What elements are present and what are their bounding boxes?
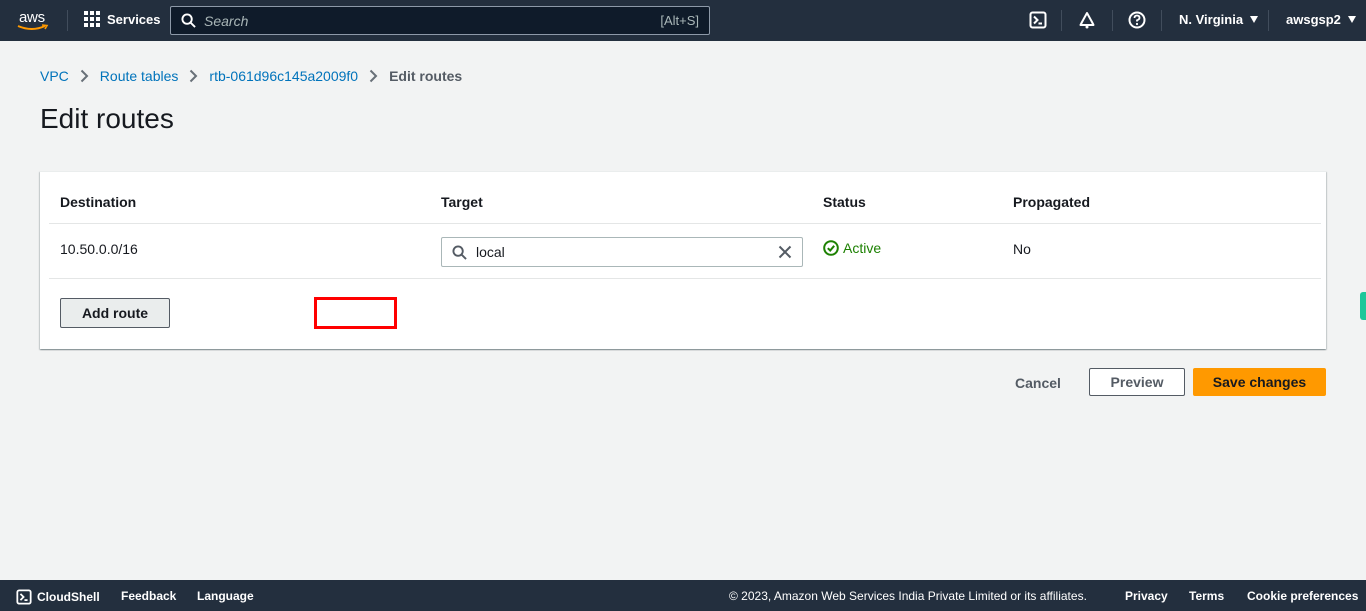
search-placeholder: Search: [204, 12, 249, 29]
breadcrumb-route-table-id[interactable]: rtb-061d96c145a2009f0: [209, 68, 358, 84]
services-label: Services: [107, 11, 161, 27]
nav-divider: [1268, 10, 1269, 31]
status-badge: Active: [823, 240, 881, 256]
footer-feedback-link[interactable]: Feedback: [121, 589, 176, 603]
notifications-bell-icon[interactable]: [1078, 11, 1096, 29]
target-input[interactable]: local: [441, 237, 803, 267]
preview-button[interactable]: Preview: [1089, 368, 1185, 396]
nav-divider: [1061, 10, 1062, 31]
cancel-button[interactable]: Cancel: [1000, 369, 1076, 396]
search-icon: [452, 244, 467, 260]
footer-privacy-link[interactable]: Privacy: [1125, 589, 1168, 603]
status-text: Active: [843, 240, 882, 256]
page-title: Edit routes: [40, 103, 174, 134]
column-header-destination: Destination: [60, 194, 137, 210]
search-shortcut: [Alt+S]: [660, 13, 699, 28]
smile-arrow-icon: [17, 24, 49, 30]
footer: CloudShell Feedback Language © 2023, Ama…: [0, 580, 1366, 611]
caret-down-icon: [1347, 16, 1356, 23]
chevron-right-icon: [369, 69, 378, 83]
chevron-right-icon: [189, 69, 198, 83]
grid-icon: [84, 11, 100, 27]
footer-copyright: © 2023, Amazon Web Services India Privat…: [729, 589, 1087, 603]
account-menu[interactable]: awsgsp2: [1286, 12, 1356, 27]
footer-cloudshell-label: CloudShell: [37, 590, 100, 604]
nav-divider: [1161, 10, 1162, 31]
table-divider: [49, 223, 1321, 224]
routes-panel: Destination Target Status Propagated 10.…: [40, 171, 1326, 349]
search-input[interactable]: Search [Alt+S]: [170, 6, 710, 35]
breadcrumb-route-tables[interactable]: Route tables: [100, 68, 179, 84]
table-divider: [49, 278, 1321, 279]
footer-terms-link[interactable]: Terms: [1189, 589, 1224, 603]
column-header-target: Target: [441, 194, 483, 210]
region-selector[interactable]: N. Virginia: [1179, 12, 1259, 27]
aws-logo[interactable]: aws: [17, 8, 51, 32]
target-value: local: [476, 244, 505, 260]
region-label: N. Virginia: [1179, 12, 1244, 27]
footer-cookie-preferences-link[interactable]: Cookie preferences: [1247, 589, 1358, 603]
column-header-propagated: Propagated: [1013, 194, 1091, 210]
breadcrumb-vpc[interactable]: VPC: [40, 68, 69, 84]
save-changes-button[interactable]: Save changes: [1193, 368, 1326, 396]
footer-language-link[interactable]: Language: [197, 589, 254, 603]
top-navigation: aws Services Search [Alt+S] N. Virginia …: [0, 0, 1366, 41]
footer-cloudshell-link[interactable]: CloudShell: [16, 589, 100, 605]
services-menu-button[interactable]: Services: [84, 11, 161, 27]
nav-divider: [1112, 10, 1113, 31]
highlight-annotation-box: [314, 297, 397, 329]
column-header-status: Status: [823, 194, 866, 210]
cloudshell-icon: [16, 589, 32, 605]
breadcrumb: VPC Route tables rtb-061d96c145a2009f0 E…: [40, 68, 462, 84]
breadcrumb-current: Edit routes: [389, 68, 463, 84]
destination-cell: 10.50.0.0/16: [60, 241, 138, 257]
search-icon: [181, 13, 196, 28]
clear-icon[interactable]: [778, 245, 792, 259]
chevron-right-icon: [80, 69, 89, 83]
account-label: awsgsp2: [1286, 12, 1341, 27]
cloudshell-icon[interactable]: [1029, 11, 1047, 29]
help-icon[interactable]: [1128, 11, 1146, 29]
side-feedback-tab[interactable]: [1360, 292, 1366, 320]
caret-down-icon: [1250, 16, 1259, 23]
nav-divider: [67, 10, 68, 31]
check-circle-icon: [823, 240, 839, 256]
add-route-button[interactable]: Add route: [60, 298, 170, 328]
aws-logo-text: aws: [19, 9, 45, 26]
propagated-cell: No: [1013, 241, 1031, 257]
